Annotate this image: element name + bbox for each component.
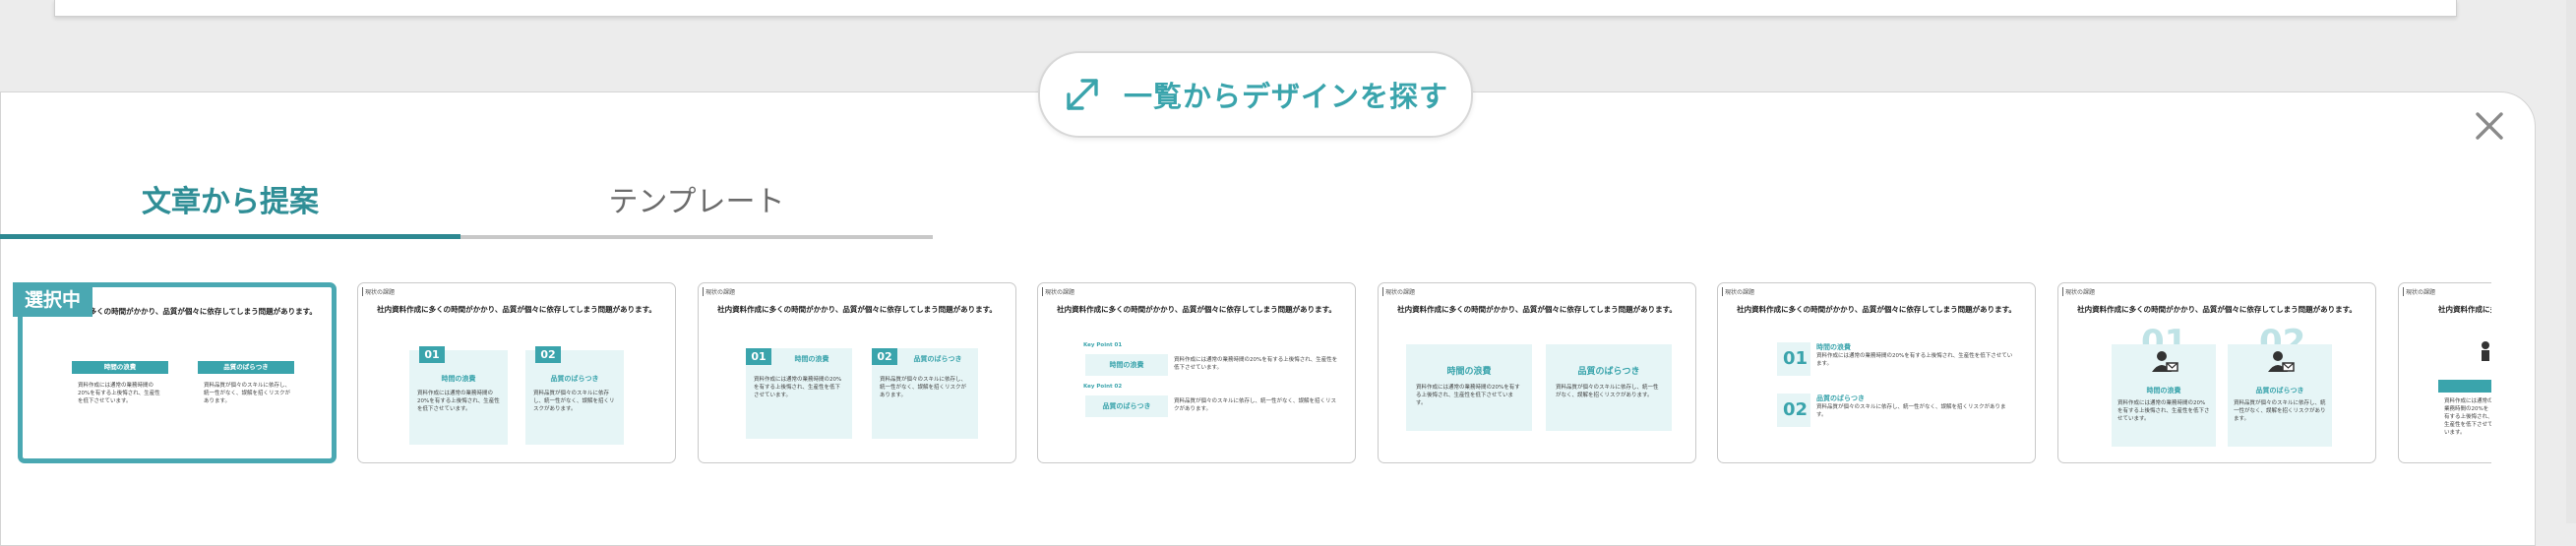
card-tag: 現状の課題: [362, 287, 395, 296]
tab-text-proposal[interactable]: 文章から提案: [0, 177, 460, 220]
expand-list-label: 一覧からデザインを探す: [1123, 80, 1448, 113]
card-item-text: 資料作成には通常の業務時間の20%を有する上後悔され、生産性を低下させています。: [1816, 353, 2013, 367]
card-tag: 現状の課題: [2403, 287, 2435, 296]
design-thumbnails: 社内資料作成に多くの時間がかかり、品質が個々に依存してしまう問題があります。 時…: [0, 282, 2491, 465]
expand-list-button[interactable]: 一覧からデザインを探す: [1038, 51, 1473, 138]
card-item-text: 資料作成には通常の業務時間の20%を有する上後悔され、生産性を低下させています。: [754, 377, 842, 398]
card-item-text: 資料作成には通常の業務時間の20%を有する上後悔され、生産性を低下させています。: [1174, 357, 1338, 371]
card-title: 社内資料作成に多くの時間がかかり、品質が個々に依存してしまう問題があります。: [1057, 305, 1336, 314]
card-tag: 現状の課題: [1382, 287, 1415, 296]
card-item-text: 資料品質が個々のスキルに依存し、統一性がなく、誤解を招くリスクがあります。: [533, 391, 615, 412]
card-item-text: 資料作成には通常の業務時間の20%を有する上後悔され、生産性を低下させています。: [2444, 398, 2491, 436]
card-item-text: 資料作成には通常の業務時間の20%を有する上後悔され、生産性を低下させています。: [417, 391, 500, 412]
card-tag: 現状の課題: [703, 287, 735, 296]
card-item-head: 時間の浪費: [1816, 343, 1851, 351]
card-item-text: 資料品質が個々のスキルに依存し、統一性がなく、誤解を招くリスクがあります。: [880, 377, 967, 398]
card-item-head: 品質のばらつき: [1577, 367, 1640, 377]
tab-indicator-inactive: [460, 235, 933, 239]
card-number: 02: [872, 348, 897, 365]
selected-badge: 選択中: [13, 282, 93, 317]
design-card-2[interactable]: 現状の課題 社内資料作成に多くの時間がかかり、品質が個々に依存してしまう問題があ…: [357, 282, 676, 463]
design-card-7[interactable]: 現状の課題 社内資料作成に多くの時間がかかり、品質が個々に依存してしまう問題があ…: [2057, 282, 2376, 463]
card-item-head: 時間の浪費: [1109, 361, 1144, 369]
card-title: 社内資料作成に多くの時間がかかり、品質が個々に依存してしまう問題があります。: [717, 305, 997, 314]
card-item-head: 時間の浪費: [441, 375, 476, 383]
card-item-head: 時間の浪費: [794, 355, 829, 363]
card-title: 社内資料作成に多くの時間がかかり、品質が個々に依存してしまう問題があります。: [1397, 305, 1677, 314]
card-item-head: 品質のばらつき: [1102, 402, 1151, 410]
card-tag: 現状の課題: [1042, 287, 1074, 296]
card-tag: 現状の課題: [1722, 287, 1754, 296]
card-item-text: 資料品質が個々のスキルに依存し、統一性がなく、誤解を招くリスクがあります。: [1816, 404, 2006, 418]
card-item-head: 品質のばらつき: [198, 361, 294, 374]
card-item-text: 資料作成には通常の業務時間の20%を有する上後悔され、生産性を低下させています。: [2117, 400, 2210, 422]
card-title: 社内資料作成に多くの時間がかかり、品質が個々に依存してしまう問題があります。: [2438, 305, 2491, 314]
user-mail-icon: [2152, 351, 2178, 372]
card-title: 社内資料作成に多くの時間がかかり、品質が個々に依存してしまう問題があります。: [2077, 305, 2357, 314]
design-card-4[interactable]: 現状の課題 社内資料作成に多くの時間がかかり、品質が個々に依存してしまう問題があ…: [1037, 282, 1356, 463]
card-item-text: 資料作成には通常の業務時間の20%を有する上後悔され、生産性を低下させています。: [78, 383, 160, 404]
window-edge: [2566, 0, 2576, 523]
card-item-text: 資料品質が個々のスキルに依存し、統一性がなく、誤解を招くリスクがあります。: [1174, 398, 1337, 412]
person-icon: [2482, 341, 2489, 361]
card-item-head: 時間の浪費: [2146, 387, 2181, 394]
card-item-head: 品質のばらつき: [2255, 387, 2304, 394]
design-card-8[interactable]: 現状の課題 社内資料作成に多くの時間がかかり、品質が個々に依存してしまう問題があ…: [2398, 282, 2491, 463]
card-item-text: 資料作成には通常の業務時間の20%を有する上後悔され、生産性を低下させています。: [1416, 385, 1520, 406]
card-item-text: 資料品質が個々のスキルに依存し、統一性がなく、誤解を招くリスクがあります。: [1556, 385, 1659, 398]
slide-canvas-edge: [54, 0, 2457, 17]
card-item-head: 品質のばらつき: [913, 355, 962, 363]
card-item-text: 資料品質が個々のスキルに依存し、統一性がなく、誤解を招くリスクがあります。: [204, 383, 291, 404]
tab-indicator-active: [0, 234, 460, 239]
design-card-6[interactable]: 現状の課題 社内資料作成に多くの時間がかかり、品質が個々に依存してしまう問題があ…: [1717, 282, 2036, 463]
card-number: 01: [1783, 348, 1809, 369]
design-card-3[interactable]: 現状の課題 社内資料作成に多くの時間がかかり、品質が個々に依存してしまう問題があ…: [698, 282, 1016, 463]
design-card-5[interactable]: 現状の課題 社内資料作成に多くの時間がかかり、品質が個々に依存してしまう問題があ…: [1378, 282, 1696, 463]
close-icon[interactable]: [2472, 108, 2507, 144]
card-item-head: 品質のばらつき: [1816, 394, 1865, 402]
card-item-text: 資料品質が個々のスキルに依存し、統一性がなく、誤解を招くリスクがあります。: [2234, 400, 2326, 422]
user-mail-icon: [2268, 351, 2295, 372]
expand-arrows-icon: [1067, 79, 1098, 110]
card-number: 02: [535, 346, 561, 363]
card-item-head: 品質のばらつき: [550, 375, 599, 383]
card-item-head: 時間の浪費: [72, 361, 168, 374]
card-number: 01: [419, 346, 445, 363]
card-keypoint: Key Point 01: [1083, 342, 1123, 348]
card-title: 社内資料作成に多くの時間がかかり、品質が個々に依存してしまう問題があります。: [377, 305, 656, 314]
tab-template[interactable]: テンプレート: [460, 177, 933, 220]
card-tag: 現状の課題: [2062, 287, 2095, 296]
card-item-bar: [2438, 380, 2491, 393]
card-number: 01: [746, 348, 771, 365]
card-number: 02: [1783, 399, 1809, 420]
card-item-head: 時間の浪費: [1446, 367, 1492, 377]
card-keypoint: Key Point 02: [1083, 384, 1123, 390]
card-title: 社内資料作成に多くの時間がかかり、品質が個々に依存してしまう問題があります。: [1737, 305, 2016, 314]
